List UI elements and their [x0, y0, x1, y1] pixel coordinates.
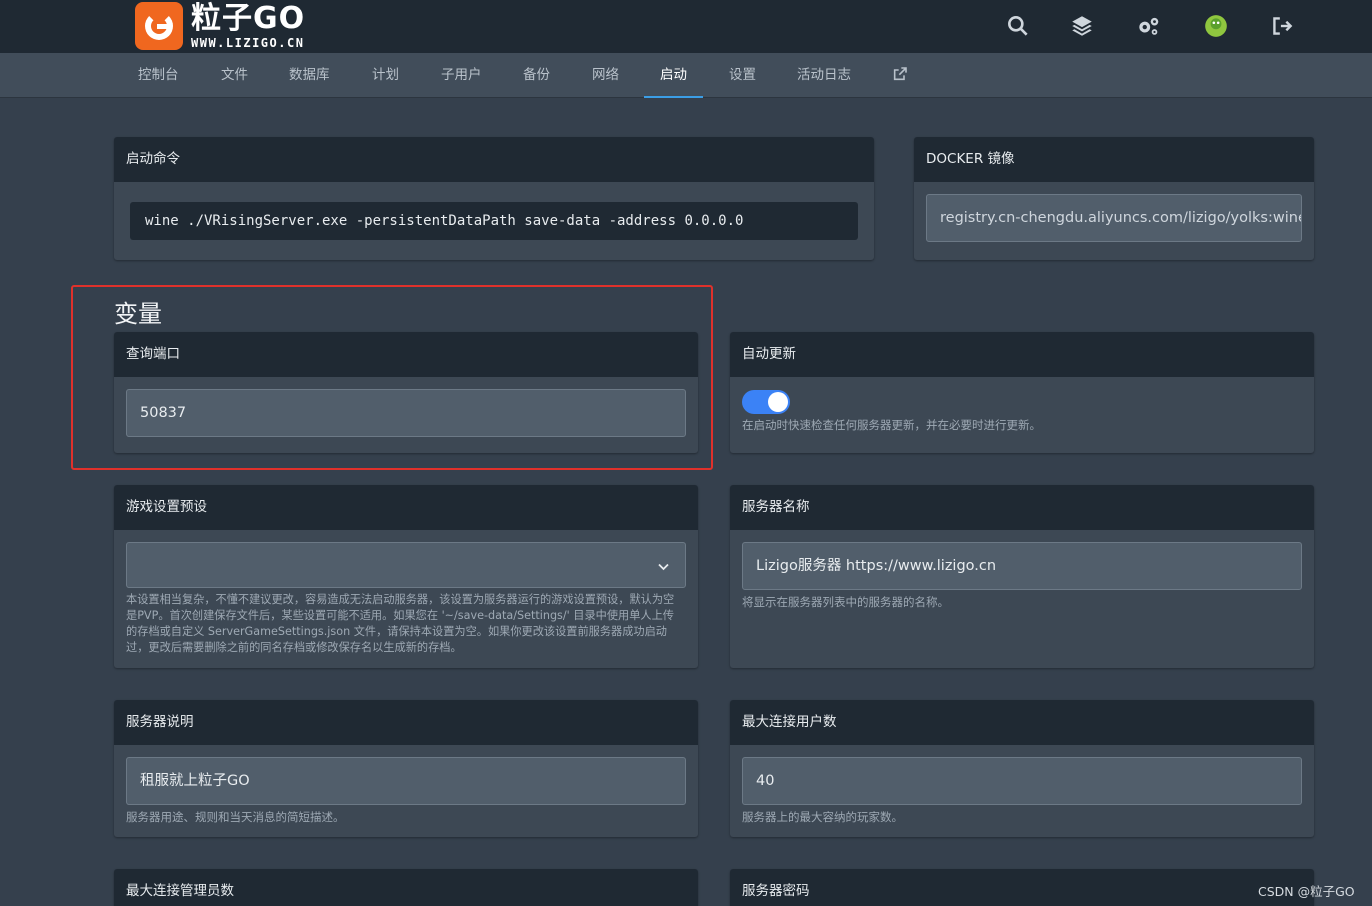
tab-settings[interactable]: 设置 [729, 53, 756, 98]
variables-heading: 变量 [114, 300, 162, 328]
sub-nav: 控制台 文件 数据库 计划 子用户 备份 网络 启动 设置 活动日志 [0, 53, 1372, 98]
brand-title: 粒子GO [191, 0, 306, 36]
server-password-label: 服务器密码 [730, 869, 1314, 906]
tab-subusers[interactable]: 子用户 [441, 53, 482, 98]
server-password-card: 服务器密码 [730, 869, 1314, 906]
docker-image-title: DOCKER 镜像 [914, 137, 1314, 182]
server-desc-help: 服务器用途、规则和当天消息的简短描述。 [126, 810, 345, 824]
cogs-icon[interactable] [1135, 13, 1161, 39]
max-admins-card: 最大连接管理员数 [114, 869, 698, 906]
watermark: CSDN @粒子GO [1258, 884, 1355, 899]
server-name-input[interactable]: Lizigo服务器 https://www.lizigo.cn [742, 542, 1302, 590]
avatar[interactable] [1203, 13, 1229, 39]
search-icon[interactable] [1005, 13, 1031, 39]
query-port-input[interactable]: 50837 [126, 389, 686, 437]
max-users-label: 最大连接用户数 [730, 700, 1314, 745]
game-preset-select[interactable] [126, 542, 686, 588]
tab-network[interactable]: 网络 [592, 53, 619, 98]
auto-update-help: 在启动时快速检查任何服务器更新，并在必要时进行更新。 [742, 418, 1041, 432]
auto-update-label: 自动更新 [730, 332, 1314, 377]
docker-image-select[interactable]: registry.cn-chengdu.aliyuncs.com/lizigo/… [926, 194, 1302, 242]
server-desc-input[interactable]: 租服就上粒子GO [126, 757, 686, 805]
server-name-help: 将显示在服务器列表中的服务器的名称。 [742, 595, 949, 609]
tab-backups[interactable]: 备份 [523, 53, 550, 98]
tab-startup[interactable]: 启动 [644, 53, 703, 98]
max-users-card: 最大连接用户数 40 服务器上的最大容纳的玩家数。 [730, 700, 1314, 837]
query-port-label: 查询端口 [114, 332, 698, 377]
tab-schedules[interactable]: 计划 [372, 53, 399, 98]
tab-databases[interactable]: 数据库 [289, 53, 330, 98]
server-name-label: 服务器名称 [730, 485, 1314, 530]
game-preset-card: 游戏设置预设 本设置相当复杂，不懂不建议更改，容易造成无法启动服务器，该设置为服… [114, 485, 698, 668]
startup-command: wine ./VRisingServer.exe -persistentData… [130, 202, 858, 240]
auto-update-toggle[interactable] [742, 390, 790, 414]
max-users-help: 服务器上的最大容纳的玩家数。 [742, 810, 903, 824]
tab-files[interactable]: 文件 [221, 53, 248, 98]
top-bar: 粒子GO WWW.LIZIGO.CN [0, 0, 1372, 53]
layers-icon[interactable] [1069, 13, 1095, 39]
brand-logo[interactable]: 粒子GO WWW.LIZIGO.CN [135, 2, 305, 50]
auto-update-card: 自动更新 在启动时快速检查任何服务器更新，并在必要时进行更新。 [730, 332, 1314, 453]
docker-image-card: DOCKER 镜像 registry.cn-chengdu.aliyuncs.c… [914, 137, 1314, 260]
server-name-card: 服务器名称 Lizigo服务器 https://www.lizigo.cn 将显… [730, 485, 1314, 668]
query-port-card: 查询端口 50837 [114, 332, 698, 453]
game-preset-help: 本设置相当复杂，不懂不建议更改，容易造成无法启动服务器，该设置为服务器运行的游戏… [126, 593, 675, 654]
game-preset-label: 游戏设置预设 [114, 485, 698, 530]
startup-command-title: 启动命令 [114, 137, 874, 182]
max-admins-label: 最大连接管理员数 [114, 869, 698, 906]
startup-command-card: 启动命令 wine ./VRisingServer.exe -persisten… [114, 137, 874, 260]
logo-icon [135, 2, 183, 50]
tab-console[interactable]: 控制台 [138, 53, 179, 98]
server-desc-card: 服务器说明 租服就上粒子GO 服务器用途、规则和当天消息的简短描述。 [114, 700, 698, 837]
brand-url: WWW.LIZIGO.CN [191, 35, 305, 50]
max-users-input[interactable]: 40 [742, 757, 1302, 805]
chevron-down-icon [658, 543, 669, 587]
tab-activity[interactable]: 活动日志 [797, 53, 851, 98]
external-link-icon[interactable] [892, 66, 908, 84]
server-desc-label: 服务器说明 [114, 700, 698, 745]
logout-icon[interactable] [1269, 13, 1295, 39]
